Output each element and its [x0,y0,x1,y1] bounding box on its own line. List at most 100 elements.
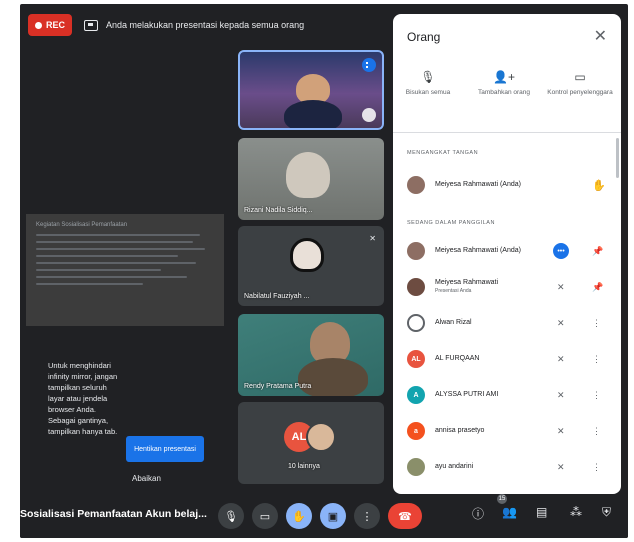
slide-line [36,248,206,250]
others-count: 10 lainnya [288,463,320,470]
avatar [407,314,425,332]
slide-line [36,234,200,236]
raised-hand-row[interactable]: Meiyesa Rahmawati (Anda) ✋ [407,170,611,200]
close-icon[interactable]: ✕ [594,26,607,46]
avatar [407,176,425,194]
participant-row[interactable]: Meiyesa Rahmawati (Anda) ••• 📌 [407,236,611,266]
participant-video [298,358,368,396]
slide-line [36,241,193,243]
participant-avatar [290,238,324,272]
mic-off-icon: ✕ [557,281,565,292]
add-people-button[interactable]: 👤+ Tambahkan orang [469,70,539,97]
present-button[interactable]: ▣ [320,503,346,529]
participant-row[interactable]: Alwan Rizal ✕ ⋮ [407,308,611,338]
mic-off-icon: ✕ [557,353,565,364]
participant-tile[interactable]: Nabilatul Fauziyah ... ✕ [238,226,384,306]
participant-row[interactable]: AL AL FURQAAN ✕ ⋮ [407,344,611,374]
avatar: A [407,386,425,404]
slide-line [36,276,188,278]
pin-icon[interactable]: 📌 [592,282,603,293]
participant-name: Rizani Nadila Siddiq... [244,207,313,214]
presenting-text: Anda melakukan presentasi kepada semua o… [106,20,305,30]
avatar [407,278,425,296]
participant-row[interactable]: A ALYSSA PUTRI AMI ✕ ⋮ [407,380,611,410]
avatar [306,422,336,452]
record-dot-icon [34,21,42,29]
meeting-title: Sosialisasi Pemanfaatan Akun belaj... [20,508,207,520]
others-avatars: AL [284,420,340,454]
mic-off-icon: ✕ [557,461,565,472]
slide-line [36,283,143,285]
stop-presenting-button[interactable]: Hentikan presentasi [126,436,204,462]
participant-name: Meiyesa Rahmawati (Anda) [435,181,521,188]
participant-name: Meiyesa Rahmawati [435,279,499,286]
divider [393,132,621,133]
more-options-icon[interactable]: ⋮ [592,426,601,437]
participant-name: ayu andarini [435,463,474,470]
mic-off-icon: ✕ [369,234,376,243]
leave-call-button[interactable]: ☎ [388,503,422,529]
infinity-mirror-warning: Untuk menghindari infinity mirror, janga… [48,361,118,436]
participant-subtitle: Presentasi Anda [435,288,472,294]
camera-button[interactable]: ▭ [252,503,278,529]
more-options-icon[interactable]: ⋮ [592,390,601,401]
participant-name: Rendy Pratama Putra [244,383,312,390]
participant-tile[interactable] [238,50,384,130]
avatar: a [407,422,425,440]
participant-name: AL FURQAAN [435,355,480,362]
participant-name: annisa prasetyo [435,427,485,434]
present-screen-icon: ▣ [327,510,339,523]
speaking-indicator-icon: ••• [553,243,569,259]
participant-row[interactable]: Meiyesa Rahmawati Presentasi Anda ✕ 📌 [407,272,611,302]
more-options-icon[interactable]: ⋮ [592,318,601,329]
avatar [407,242,425,260]
participant-name-block: Meiyesa Rahmawati Presentasi Anda [435,279,545,295]
section-raised-hands: MENGANGKAT TANGAN [407,150,479,156]
participant-row[interactable]: a annisa prasetyo ✕ ⋮ [407,416,611,446]
video-icon: ▭ [574,70,586,84]
ignore-button[interactable]: Abaikan [132,474,161,483]
video-off-icon: ▭ [259,510,271,523]
mic-off-icon: 🎙 [420,70,436,84]
more-options-icon[interactable]: ⋮ [592,354,601,365]
add-person-icon: 👤+ [493,70,515,84]
slide-title: Kegiatan Sosialisasi Pemanfaatan [36,222,128,228]
host-controls-button[interactable]: ▭ Kontrol penyelenggara [545,70,615,97]
action-label: Tambahkan orang [477,89,531,96]
participant-tile[interactable]: Rendy Pratama Putra [238,314,384,396]
mic-off-icon: ✕ [557,317,565,328]
people-panel: Orang ✕ 🎙 Bisukan semua 👤+ Tambahkan ora… [393,14,621,494]
speaking-indicator-icon [362,58,376,72]
meet-window: REC Anda melakukan presentasi kepada sem… [20,4,628,538]
activities-icon[interactable]: ⁂ [570,505,582,519]
participant-tile[interactable]: AL 10 lainnya [238,402,384,484]
hang-up-icon: ☎ [398,510,412,523]
more-options-icon[interactable]: ⋮ [592,462,601,473]
avatar: AL [407,350,425,368]
pin-icon[interactable]: 📌 [592,246,603,257]
chat-icon[interactable]: ▤ [536,505,547,519]
participant-count-badge: 15 [497,494,507,504]
pin-icon[interactable] [362,108,376,122]
more-options-button[interactable]: ⋮ [354,503,380,529]
host-controls-icon[interactable]: ⛨ [602,505,611,520]
mute-all-button[interactable]: 🎙 Bisukan semua [393,70,463,97]
slide-line [36,255,179,257]
raise-hand-button[interactable]: ✋ [286,503,312,529]
panel-title: Orang [407,30,441,44]
mic-button[interactable]: 🎙 [218,503,244,529]
info-icon[interactable]: ⓘ [472,505,484,522]
participant-video [284,100,342,128]
section-in-call: SEDANG DALAM PANGGILAN [407,220,495,226]
participant-tile[interactable]: Rizani Nadila Siddiq... [238,138,384,220]
participant-row[interactable]: ayu andarini ✕ ⋮ [407,452,611,482]
slide-line [36,269,161,271]
raised-hand-icon: ✋ [292,510,306,523]
present-screen-icon [84,19,98,31]
participant-name: Nabilatul Fauziyah ... [244,293,310,300]
scrollbar[interactable] [616,138,619,178]
shared-screen-preview: Kegiatan Sosialisasi Pemanfaatan [26,214,224,326]
people-icon[interactable]: 👥 [502,505,517,519]
raised-hand-icon[interactable]: ✋ [592,179,606,192]
bottom-toolbar: Sosialisasi Pemanfaatan Akun belaj... 🎙 … [20,494,628,538]
